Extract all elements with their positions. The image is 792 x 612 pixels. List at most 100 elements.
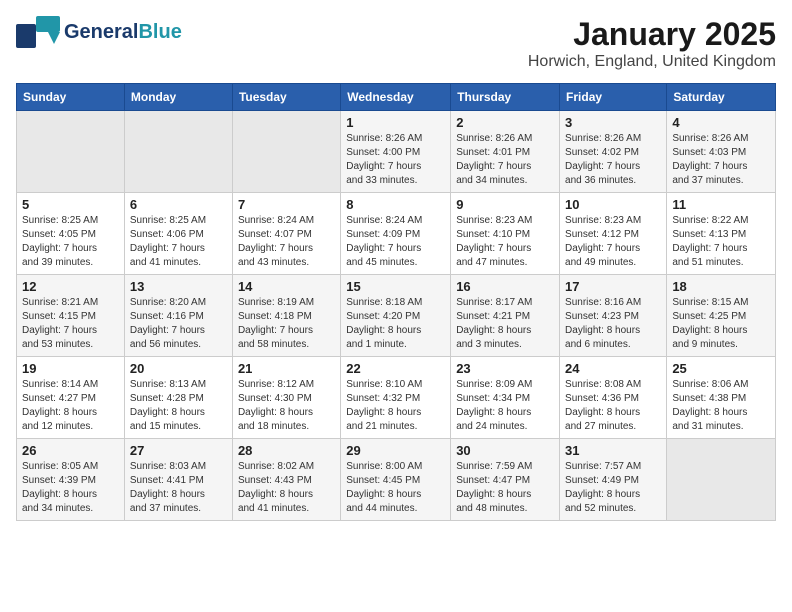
day-number: 31 bbox=[565, 443, 661, 458]
day-info: Sunrise: 8:17 AMSunset: 4:21 PMDaylight:… bbox=[456, 296, 554, 352]
day-number: 17 bbox=[565, 279, 661, 294]
calendar-cell: 9 Sunrise: 8:23 AMSunset: 4:10 PMDaylight… bbox=[451, 193, 560, 275]
day-number: 7 bbox=[238, 197, 335, 212]
day-info: Sunrise: 8:18 AMSunset: 4:20 PMDaylight:… bbox=[346, 296, 445, 352]
calendar-week-row: 12 Sunrise: 8:21 AMSunset: 4:15 PMDayligh… bbox=[17, 275, 776, 357]
day-info: Sunrise: 8:26 AMSunset: 4:01 PMDaylight:… bbox=[456, 132, 554, 188]
calendar-cell: 18Sunrise: 8:15 AMSunset: 4:25 PMDayligh… bbox=[667, 275, 776, 357]
col-saturday: Saturday bbox=[667, 84, 776, 111]
day-number: 4 bbox=[672, 115, 770, 130]
calendar-cell: 20 Sunrise: 8:13 AMSunset: 4:28 PMDayligh… bbox=[124, 357, 232, 439]
day-info: Sunrise: 8:00 AMSunset: 4:45 PMDaylight:… bbox=[346, 460, 445, 516]
day-number: 9 bbox=[456, 197, 554, 212]
calendar-cell: 10 Sunrise: 8:23 AMSunset: 4:12 PMDayligh… bbox=[560, 193, 667, 275]
calendar-cell bbox=[17, 111, 125, 193]
day-number: 6 bbox=[130, 197, 227, 212]
day-number: 14 bbox=[238, 279, 335, 294]
day-info: Sunrise: 8:14 AMSunset: 4:27 PMDaylight:… bbox=[22, 378, 119, 434]
calendar-cell bbox=[667, 439, 776, 521]
calendar-cell: 26Sunrise: 8:05 AMSunset: 4:39 PMDayligh… bbox=[17, 439, 125, 521]
calendar-cell: 16 Sunrise: 8:17 AMSunset: 4:21 PMDayligh… bbox=[451, 275, 560, 357]
col-tuesday: Tuesday bbox=[232, 84, 340, 111]
calendar-subtitle: Horwich, England, United Kingdom bbox=[528, 53, 776, 71]
day-info: Sunrise: 8:12 AMSunset: 4:30 PMDaylight:… bbox=[238, 378, 335, 434]
day-info: Sunrise: 8:06 AMSunset: 4:38 PMDaylight:… bbox=[672, 378, 770, 434]
day-info: Sunrise: 8:25 AMSunset: 4:05 PMDaylight:… bbox=[22, 214, 119, 270]
day-info: Sunrise: 8:23 AMSunset: 4:12 PMDaylight:… bbox=[565, 214, 661, 270]
day-info: Sunrise: 8:13 AMSunset: 4:28 PMDaylight:… bbox=[130, 378, 227, 434]
day-number: 24 bbox=[565, 361, 661, 376]
calendar-cell: 2Sunrise: 8:26 AMSunset: 4:01 PMDaylight… bbox=[451, 111, 560, 193]
day-number: 30 bbox=[456, 443, 554, 458]
calendar-week-row: 26Sunrise: 8:05 AMSunset: 4:39 PMDayligh… bbox=[17, 439, 776, 521]
col-friday: Friday bbox=[560, 84, 667, 111]
day-info: Sunrise: 8:05 AMSunset: 4:39 PMDaylight:… bbox=[22, 460, 119, 516]
calendar-week-row: 1Sunrise: 8:26 AMSunset: 4:00 PMDaylight… bbox=[17, 111, 776, 193]
day-info: Sunrise: 8:10 AMSunset: 4:32 PMDaylight:… bbox=[346, 378, 445, 434]
logo: GeneralBlue bbox=[16, 16, 182, 48]
calendar-cell: 12 Sunrise: 8:21 AMSunset: 4:15 PMDayligh… bbox=[17, 275, 125, 357]
day-number: 5 bbox=[22, 197, 119, 212]
calendar-cell: 30 Sunrise: 7:59 AMSunset: 4:47 PMDayligh… bbox=[451, 439, 560, 521]
calendar-cell: 8 Sunrise: 8:24 AMSunset: 4:09 PMDaylight… bbox=[341, 193, 451, 275]
day-number: 15 bbox=[346, 279, 445, 294]
day-info: Sunrise: 8:26 AMSunset: 4:02 PMDaylight:… bbox=[565, 132, 661, 188]
calendar-cell: 1Sunrise: 8:26 AMSunset: 4:00 PMDaylight… bbox=[341, 111, 451, 193]
calendar-cell: 5 Sunrise: 8:25 AMSunset: 4:05 PMDaylight… bbox=[17, 193, 125, 275]
day-number: 29 bbox=[346, 443, 445, 458]
col-wednesday: Wednesday bbox=[341, 84, 451, 111]
calendar-cell: 23 Sunrise: 8:09 AMSunset: 4:34 PMDayligh… bbox=[451, 357, 560, 439]
col-sunday: Sunday bbox=[17, 84, 125, 111]
col-monday: Monday bbox=[124, 84, 232, 111]
day-number: 18 bbox=[672, 279, 770, 294]
calendar-cell: 6 Sunrise: 8:25 AMSunset: 4:06 PMDaylight… bbox=[124, 193, 232, 275]
day-info: Sunrise: 8:24 AMSunset: 4:07 PMDaylight:… bbox=[238, 214, 335, 270]
calendar-week-row: 5 Sunrise: 8:25 AMSunset: 4:05 PMDaylight… bbox=[17, 193, 776, 275]
day-number: 20 bbox=[130, 361, 227, 376]
day-info: Sunrise: 8:23 AMSunset: 4:10 PMDaylight:… bbox=[456, 214, 554, 270]
day-info: Sunrise: 8:20 AMSunset: 4:16 PMDaylight:… bbox=[130, 296, 227, 352]
calendar-cell: 31Sunrise: 7:57 AMSunset: 4:49 PMDayligh… bbox=[560, 439, 667, 521]
calendar-cell: 28 Sunrise: 8:02 AMSunset: 4:43 PMDayligh… bbox=[232, 439, 340, 521]
day-number: 23 bbox=[456, 361, 554, 376]
day-info: Sunrise: 8:21 AMSunset: 4:15 PMDaylight:… bbox=[22, 296, 119, 352]
day-number: 10 bbox=[565, 197, 661, 212]
calendar-cell: 13Sunrise: 8:20 AMSunset: 4:16 PMDayligh… bbox=[124, 275, 232, 357]
day-info: Sunrise: 8:24 AMSunset: 4:09 PMDaylight:… bbox=[346, 214, 445, 270]
calendar-cell: 7 Sunrise: 8:24 AMSunset: 4:07 PMDaylight… bbox=[232, 193, 340, 275]
day-number: 27 bbox=[130, 443, 227, 458]
calendar-cell: 22 Sunrise: 8:10 AMSunset: 4:32 PMDayligh… bbox=[341, 357, 451, 439]
col-thursday: Thursday bbox=[451, 84, 560, 111]
day-number: 16 bbox=[456, 279, 554, 294]
day-number: 25 bbox=[672, 361, 770, 376]
title-block: January 2025 Horwich, England, United Ki… bbox=[528, 16, 776, 71]
day-number: 1 bbox=[346, 115, 445, 130]
day-info: Sunrise: 8:09 AMSunset: 4:34 PMDaylight:… bbox=[456, 378, 554, 434]
day-info: Sunrise: 7:59 AMSunset: 4:47 PMDaylight:… bbox=[456, 460, 554, 516]
day-info: Sunrise: 8:03 AMSunset: 4:41 PMDaylight:… bbox=[130, 460, 227, 516]
calendar-cell: 14Sunrise: 8:19 AMSunset: 4:18 PMDayligh… bbox=[232, 275, 340, 357]
day-info: Sunrise: 8:16 AMSunset: 4:23 PMDaylight:… bbox=[565, 296, 661, 352]
calendar-cell: 27 Sunrise: 8:03 AMSunset: 4:41 PMDayligh… bbox=[124, 439, 232, 521]
day-number: 8 bbox=[346, 197, 445, 212]
calendar-cell: 19 Sunrise: 8:14 AMSunset: 4:27 PMDayligh… bbox=[17, 357, 125, 439]
calendar-header-row: Sunday Monday Tuesday Wednesday Thursday… bbox=[17, 84, 776, 111]
calendar-cell: 24 Sunrise: 8:08 AMSunset: 4:36 PMDayligh… bbox=[560, 357, 667, 439]
logo-text: GeneralBlue bbox=[64, 21, 182, 43]
day-info: Sunrise: 8:08 AMSunset: 4:36 PMDaylight:… bbox=[565, 378, 661, 434]
day-number: 3 bbox=[565, 115, 661, 130]
day-number: 22 bbox=[346, 361, 445, 376]
day-info: Sunrise: 8:22 AMSunset: 4:13 PMDaylight:… bbox=[672, 214, 770, 270]
calendar-cell: 17 Sunrise: 8:16 AMSunset: 4:23 PMDayligh… bbox=[560, 275, 667, 357]
day-info: Sunrise: 8:02 AMSunset: 4:43 PMDaylight:… bbox=[238, 460, 335, 516]
day-number: 11 bbox=[672, 197, 770, 212]
calendar-table: Sunday Monday Tuesday Wednesday Thursday… bbox=[16, 83, 776, 521]
day-number: 19 bbox=[22, 361, 119, 376]
calendar-cell: 3 Sunrise: 8:26 AMSunset: 4:02 PMDaylight… bbox=[560, 111, 667, 193]
logo-icon bbox=[16, 16, 60, 48]
calendar-cell: 4Sunrise: 8:26 AMSunset: 4:03 PMDaylight… bbox=[667, 111, 776, 193]
calendar-title: January 2025 bbox=[528, 16, 776, 53]
day-info: Sunrise: 8:25 AMSunset: 4:06 PMDaylight:… bbox=[130, 214, 227, 270]
day-number: 12 bbox=[22, 279, 119, 294]
day-number: 28 bbox=[238, 443, 335, 458]
